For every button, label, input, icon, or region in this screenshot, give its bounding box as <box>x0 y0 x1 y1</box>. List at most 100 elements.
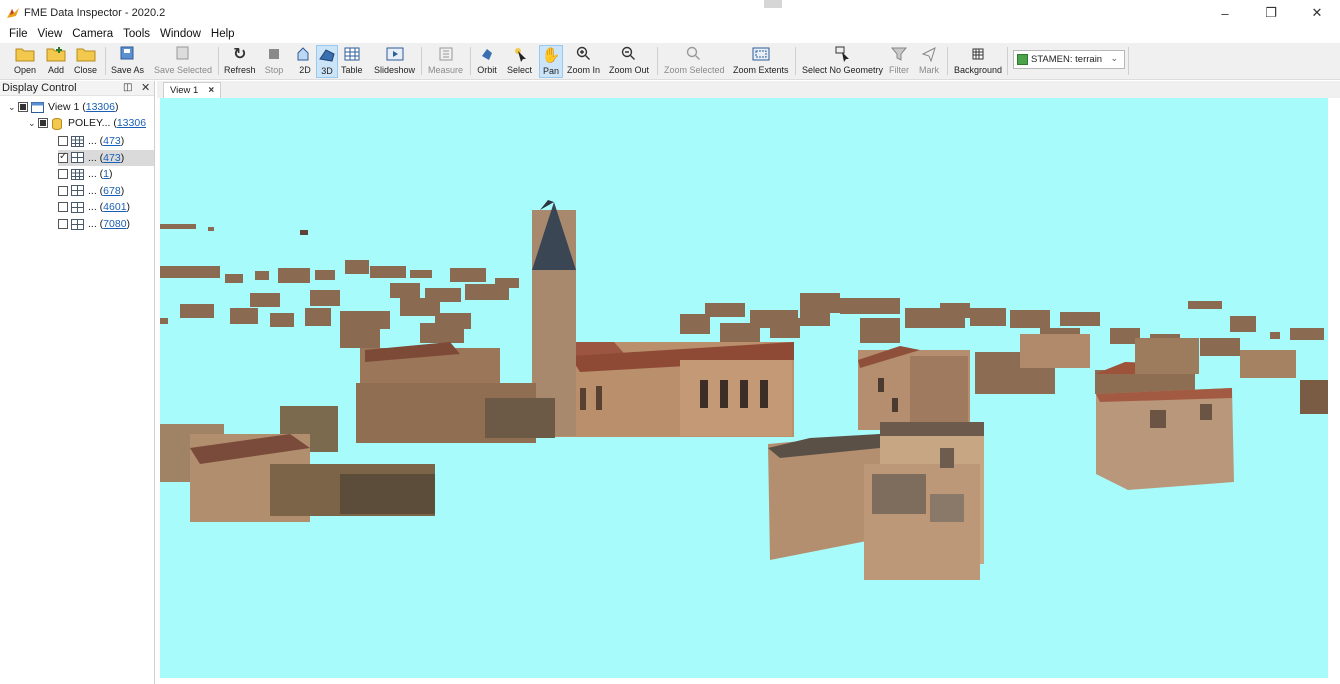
layer-label: ... ( <box>88 151 104 164</box>
close-label: Close <box>74 65 98 75</box>
3d-viewport[interactable] <box>160 98 1328 678</box>
dataset-count-link[interactable]: 13306 <box>117 117 146 129</box>
layer-checkbox[interactable] <box>58 136 68 146</box>
layer-count-link[interactable]: 473 <box>103 135 121 147</box>
background-map-icon <box>968 45 988 63</box>
pan-button[interactable]: ✋ Pan <box>539 45 563 78</box>
view-3d-button[interactable]: 3D <box>316 45 338 78</box>
layer-row[interactable]: ... (4601) <box>58 199 154 215</box>
view-2d-label: 2D <box>299 65 311 75</box>
layer-checkbox[interactable] <box>58 169 68 180</box>
zoom-extents-label: Zoom Extents <box>733 65 789 75</box>
zoom-extents-button[interactable]: Zoom Extents <box>733 45 789 78</box>
refresh-icon: ↻ <box>233 46 247 63</box>
tab-view-1[interactable]: View 1 × <box>163 82 221 98</box>
table-button[interactable]: Table <box>341 45 363 78</box>
layer-count-suffix: ) <box>126 201 131 214</box>
filter-button[interactable]: Filter <box>889 45 909 78</box>
select-no-geometry-icon <box>833 45 853 63</box>
layer-count-suffix: ) <box>120 151 125 164</box>
open-button[interactable]: Open <box>14 45 36 78</box>
right-mid-building <box>858 346 970 430</box>
left-buildings <box>280 342 555 452</box>
layer-checkbox[interactable] <box>58 202 68 213</box>
menu-view[interactable]: View <box>33 28 68 40</box>
stop-button[interactable]: Stop <box>264 45 284 78</box>
mark-button[interactable]: Mark <box>919 45 939 78</box>
layer-checkbox[interactable] <box>58 219 68 229</box>
menu-tools[interactable]: Tools <box>118 28 155 40</box>
fme-app-icon <box>6 6 20 20</box>
layer-label: ... ( <box>88 201 104 214</box>
layer-row[interactable]: ... (473) <box>58 149 154 166</box>
viewport-scrollbar[interactable] <box>1330 98 1340 684</box>
layer-count-link[interactable]: 7080 <box>103 218 126 230</box>
float-panel-icon[interactable]: ◫ <box>123 82 132 93</box>
orbit-button[interactable]: Orbit <box>477 45 497 78</box>
refresh-button[interactable]: ↻ Refresh <box>224 45 256 78</box>
measure-button[interactable]: Measure <box>428 45 463 78</box>
layer-row[interactable]: ... (678) <box>58 183 154 199</box>
close-dataset-button[interactable]: Close <box>74 45 97 78</box>
filter-label: Filter <box>889 65 909 75</box>
layer-row[interactable]: ... (7080) <box>58 216 154 232</box>
layer-label: ... ( <box>88 218 104 230</box>
layer-row[interactable]: ... (1) <box>58 166 154 182</box>
table-icon <box>342 45 362 63</box>
close-panel-icon[interactable]: ✕ <box>141 81 150 94</box>
layer-count-link[interactable]: 678 <box>103 185 121 197</box>
save-selected-label: Save Selected <box>154 65 213 75</box>
pan-hand-icon: ✋ <box>541 47 561 64</box>
menu-window[interactable]: Window <box>155 28 206 40</box>
layer-checkbox[interactable] <box>58 151 68 163</box>
display-control-title: Display Control <box>2 82 77 94</box>
menu-camera[interactable]: Camera <box>67 28 118 40</box>
display-control-header: Display Control ◫ ✕ <box>0 81 154 96</box>
menu-file[interactable]: File <box>4 28 33 40</box>
restore-button[interactable]: ❐ <box>1248 0 1294 26</box>
view-checkbox[interactable] <box>18 102 28 112</box>
menu-help[interactable]: Help <box>206 28 240 40</box>
tree-view-node[interactable]: ⌄ View 1 (13306) <box>8 99 118 115</box>
select-no-geometry-button[interactable]: Select No Geometry <box>802 45 883 78</box>
table-label: Table <box>341 65 363 75</box>
view-count-link[interactable]: 13306 <box>86 101 115 113</box>
slideshow-button[interactable]: Slideshow <box>374 45 415 78</box>
view-tab-bar: View 1 × <box>157 81 1340 98</box>
basemap-select[interactable]: STAMEN: terrain ⌄ <box>1013 50 1125 69</box>
save-selected-button[interactable]: Save Selected <box>154 45 212 78</box>
select-no-geometry-label: Select No Geometry <box>802 65 884 75</box>
zoom-selected-button[interactable]: Zoom Selected <box>664 45 725 78</box>
view-2d-button[interactable]: 2D <box>295 45 315 78</box>
chevron-down-icon[interactable]: ⌄ <box>8 102 18 113</box>
close-window-button[interactable]: ✕ <box>1294 0 1340 26</box>
select-cursor-icon <box>510 45 530 63</box>
layer-label: ... ( <box>88 168 104 181</box>
foreground-center-building <box>768 422 984 580</box>
view-3d-icon <box>317 46 337 64</box>
basemap-selected-value: STAMEN: terrain <box>1031 54 1103 65</box>
close-tab-icon[interactable]: × <box>208 85 214 96</box>
background-button[interactable]: Background <box>954 45 1002 78</box>
tree-dataset-node[interactable]: ⌄ POLEY... (13306 <box>28 115 146 131</box>
zoom-out-button[interactable]: Zoom Out <box>609 45 649 78</box>
chevron-down-icon[interactable]: ⌄ <box>28 118 38 129</box>
layer-count-link[interactable]: 473 <box>103 152 121 164</box>
mark-label: Mark <box>919 65 939 75</box>
layer-count-link[interactable]: 4601 <box>103 201 126 213</box>
layer-label: ... ( <box>88 184 104 197</box>
zoom-in-button[interactable]: Zoom In <box>567 45 600 78</box>
save-as-button[interactable]: Save As <box>111 45 144 78</box>
zoom-out-icon <box>619 45 639 63</box>
basemap-terrain-icon <box>1017 54 1028 65</box>
window-title: FME Data Inspector - 2020.2 <box>24 7 166 19</box>
layer-row[interactable]: ... (473) <box>58 133 154 149</box>
filter-funnel-icon <box>889 45 909 63</box>
layer-count-suffix: ) <box>120 184 125 197</box>
layer-checkbox[interactable] <box>58 185 68 196</box>
select-button[interactable]: Select <box>507 45 532 78</box>
view-window-icon <box>31 101 44 113</box>
dataset-checkbox[interactable] <box>38 118 48 128</box>
minimize-button[interactable]: – <box>1202 0 1248 26</box>
add-button[interactable]: Add <box>46 45 66 78</box>
